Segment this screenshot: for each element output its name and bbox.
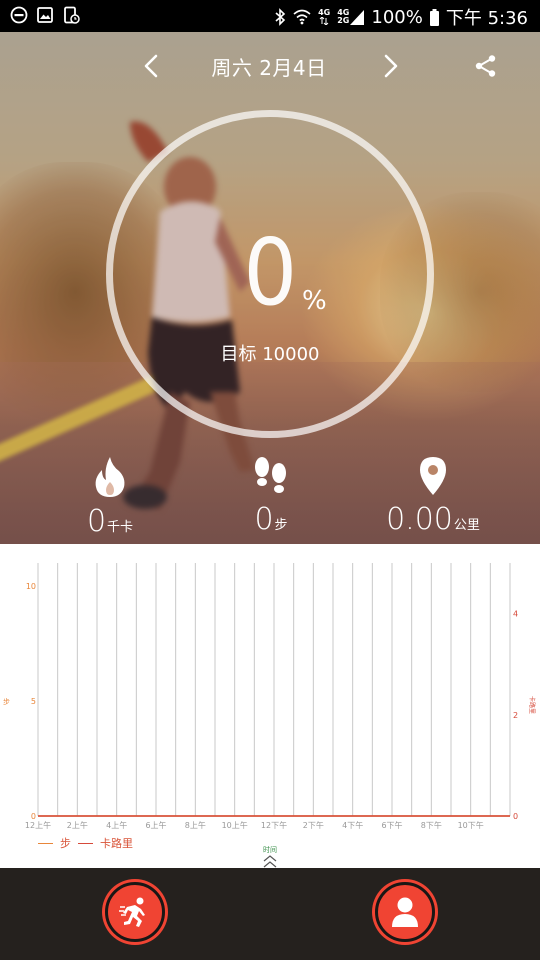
flame-icon bbox=[95, 457, 125, 497]
chart-plot: 0 5 10 步 0 2 4 卡路里 12上午 2上午 4上午 6上午 8上午 10上午 12下午 2下午 4下… bbox=[3, 563, 536, 830]
gallery-icon bbox=[37, 7, 53, 23]
x-tick-label: 10上午 bbox=[222, 820, 248, 830]
battery-icon bbox=[429, 8, 439, 26]
wifi-icon bbox=[293, 9, 311, 25]
percent-sign: % bbox=[302, 286, 327, 316]
network-type-label: 4G bbox=[318, 8, 331, 17]
distance-unit: 公里 bbox=[453, 518, 480, 533]
calories-unit: 千卡 bbox=[107, 520, 134, 535]
goal-text: 目标 10000 bbox=[220, 344, 320, 365]
x-tick-label: 2上午 bbox=[67, 820, 88, 830]
x-tick-label: 4下午 bbox=[342, 820, 363, 830]
profile-button[interactable] bbox=[375, 882, 435, 942]
left-axis-tick: 0 bbox=[31, 812, 36, 821]
x-tick-label: 6下午 bbox=[381, 820, 402, 830]
steps-value: 0 bbox=[254, 502, 274, 537]
runner-icon bbox=[119, 897, 145, 927]
date-title[interactable]: 周六 2月4日 bbox=[186, 52, 352, 81]
hero-panel: 周六 2月4日 0 % 目标 10000 0千卡 0步 0.00公里 bbox=[0, 32, 540, 544]
clock: 下午 5:36 bbox=[445, 8, 528, 29]
legend-swatch-steps bbox=[38, 842, 53, 844]
legend-steps: 步 bbox=[60, 837, 71, 850]
chart-legend: 步 卡路里 bbox=[38, 835, 133, 851]
share-icon[interactable] bbox=[474, 54, 498, 78]
bluetooth-icon bbox=[275, 8, 286, 26]
x-tick-label: 12上午 bbox=[25, 820, 51, 830]
distance-stat: 0.00公里 bbox=[378, 456, 488, 537]
legend-calories: 卡路里 bbox=[100, 837, 133, 850]
status-bar: 4G 4G 2G 100% 下午 5:36 bbox=[0, 0, 540, 32]
distance-value: 0.00 bbox=[386, 502, 453, 537]
steps-stat: 0步 bbox=[228, 456, 314, 537]
activity-chart: 0 5 10 步 0 2 4 卡路里 12上午 2上午 4上午 6上午 8上午 10上午 12下午 2下午 4下… bbox=[0, 544, 540, 868]
screenshot-icon bbox=[64, 6, 80, 24]
x-tick-label: 8上午 bbox=[185, 820, 206, 830]
right-axis-tick: 4 bbox=[513, 610, 518, 619]
footprints-icon bbox=[255, 457, 286, 493]
bottom-bar bbox=[0, 868, 540, 960]
calories-value: 0 bbox=[86, 504, 107, 539]
signal-icon bbox=[350, 9, 365, 25]
left-axis-label: 步 bbox=[3, 698, 10, 706]
right-axis-tick: 2 bbox=[513, 711, 518, 720]
left-axis-tick: 10 bbox=[26, 582, 36, 591]
x-tick-label: 12下午 bbox=[261, 820, 287, 830]
x-tick-label: 6上午 bbox=[145, 820, 166, 830]
chevron-up-icon[interactable] bbox=[262, 854, 278, 868]
battery-percent: 100% bbox=[371, 6, 423, 28]
left-axis-tick: 5 bbox=[31, 697, 36, 706]
location-pin-icon bbox=[420, 457, 446, 495]
calories-stat: 0千卡 bbox=[72, 456, 148, 539]
person-icon bbox=[392, 897, 418, 927]
arrows-icon bbox=[319, 17, 329, 25]
x-tick-label: 10下午 bbox=[458, 820, 484, 830]
legend-swatch-calories bbox=[78, 842, 93, 844]
run-button[interactable] bbox=[105, 882, 165, 942]
right-axis-label: 卡路里 bbox=[528, 696, 536, 714]
x-tick-label: 4上午 bbox=[106, 820, 127, 830]
x-tick-label: 8下午 bbox=[421, 820, 442, 830]
x-tick-label: 2下午 bbox=[303, 820, 324, 830]
right-axis-tick: 0 bbox=[513, 812, 518, 821]
steps-unit: 步 bbox=[274, 518, 288, 533]
dnd-icon bbox=[10, 6, 28, 24]
chevron-left-icon[interactable] bbox=[138, 52, 166, 80]
progress-percent-value: 0 bbox=[243, 219, 297, 326]
chevron-right-icon[interactable] bbox=[376, 52, 404, 80]
progress-percent: 0 bbox=[170, 218, 370, 328]
network-type-b: 2G bbox=[337, 16, 350, 25]
